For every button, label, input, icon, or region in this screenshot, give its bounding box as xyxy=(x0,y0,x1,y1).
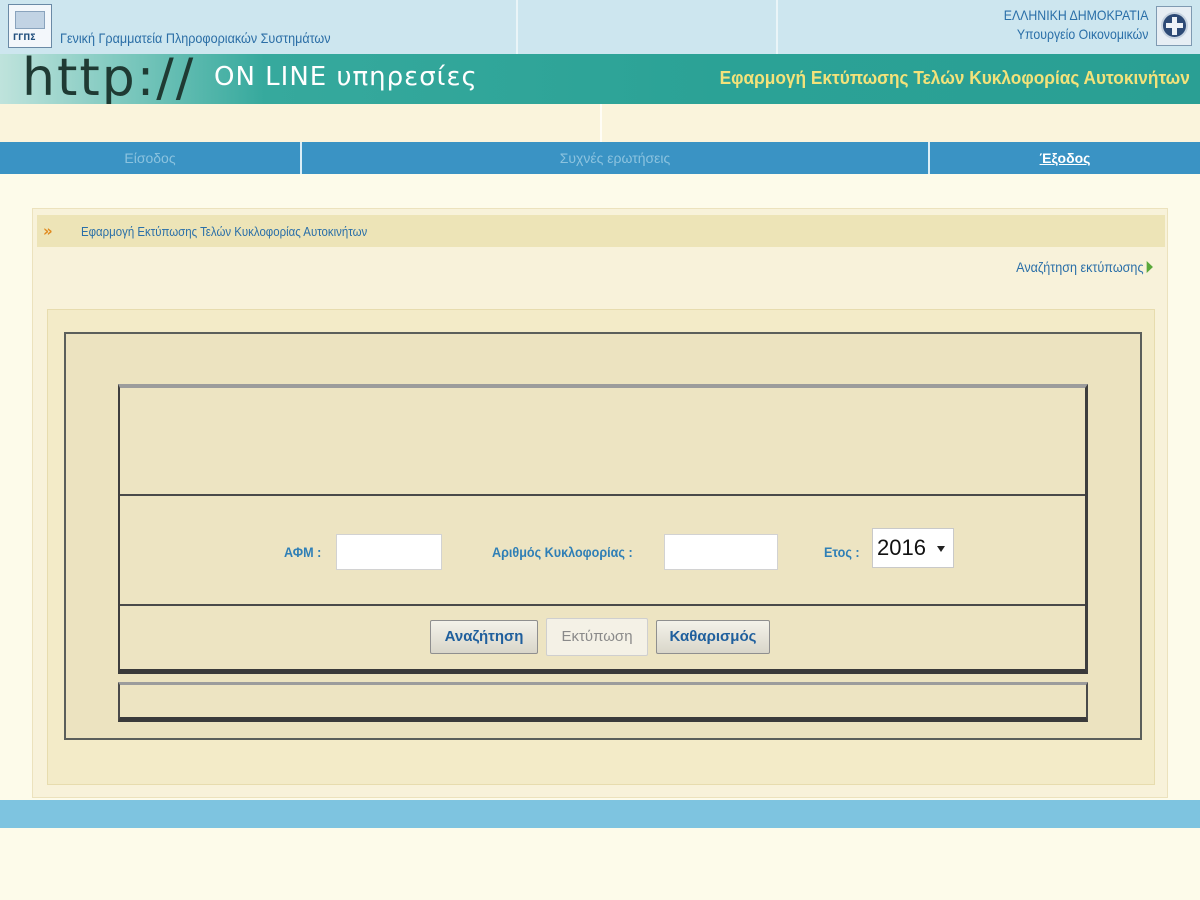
plate-label: Αριθμός Κυκλοφορίας : xyxy=(492,544,633,560)
year-label: Ετος : xyxy=(824,544,860,560)
header-spacer xyxy=(0,104,1200,142)
search-print-link[interactable]: Αναζήτηση εκτύπωσης xyxy=(1017,259,1153,275)
government-name: ΕΛΛΗΝΙΚΗ ΔΗΜΟΚΡΑΤΙΑ Υπουργείο Οικονομικώ… xyxy=(1003,6,1148,44)
arrow-right-icon xyxy=(1146,261,1153,273)
year-value: 2016 xyxy=(877,535,926,560)
afm-label: ΑΦΜ : xyxy=(284,544,322,560)
breadcrumb: » Εφαρμογή Εκτύπωσης Τελών Κυκλοφορίας Α… xyxy=(37,215,1165,247)
banner: http:// ON LINE υπηρεσίες Εφαρμογή Εκτύπ… xyxy=(0,48,1200,108)
form-panel: ΑΦΜ : Αριθμός Κυκλοφορίας : Ετος : 2016 … xyxy=(47,309,1155,785)
header-divider xyxy=(516,0,518,54)
search-print-link-label: Αναζήτηση εκτύπωσης xyxy=(1016,259,1144,275)
search-button[interactable]: Αναζήτηση xyxy=(430,620,538,654)
double-chevron-icon: » xyxy=(43,222,53,240)
form-divider xyxy=(120,494,1085,496)
nav-exit[interactable]: Έξοδος xyxy=(930,142,1200,174)
nav-login[interactable]: Είσοδος xyxy=(0,142,300,174)
logo-graphic xyxy=(15,11,45,29)
print-button[interactable]: Εκτύπωση xyxy=(546,618,648,656)
greek-emblem-icon xyxy=(1156,6,1192,46)
banner-online-services: ON LINE υπηρεσίες xyxy=(214,62,478,92)
gsis-logo: ΓΓΠΣ xyxy=(8,4,52,48)
form-divider xyxy=(120,604,1085,606)
clear-button[interactable]: Καθαρισμός xyxy=(656,620,770,654)
afm-input[interactable] xyxy=(336,534,442,570)
org-name: Γενική Γραμματεία Πληροφοριακών Συστημάτ… xyxy=(60,30,331,46)
gov-line-2: Υπουργείο Οικονομικών xyxy=(1016,26,1148,42)
chevron-down-icon xyxy=(937,546,945,552)
form-frame: ΑΦΜ : Αριθμός Κυκλοφορίας : Ετος : 2016 … xyxy=(64,332,1142,740)
main-nav: Είσοδος Συχνές ερωτήσεις Έξοδος xyxy=(0,142,1200,174)
plate-input[interactable] xyxy=(664,534,778,570)
emblem-cross xyxy=(1166,23,1183,28)
spacer-divider xyxy=(600,104,602,142)
gov-line-1: ΕΛΛΗΝΙΚΗ ΔΗΜΟΚΡΑΤΙΑ xyxy=(1003,7,1148,23)
breadcrumb-label: Εφαρμογή Εκτύπωσης Τελών Κυκλοφορίας Αυτ… xyxy=(81,224,368,239)
page: ΓΓΠΣ Γενική Γραμματεία Πληροφοριακών Συσ… xyxy=(0,0,1200,900)
header-divider xyxy=(776,0,778,54)
content-area: » Εφαρμογή Εκτύπωσης Τελών Κυκλοφορίας Α… xyxy=(32,208,1168,798)
top-header: ΓΓΠΣ Γενική Γραμματεία Πληροφοριακών Συσ… xyxy=(0,0,1200,54)
search-form: ΑΦΜ : Αριθμός Κυκλοφορίας : Ετος : 2016 … xyxy=(118,384,1088,674)
nav-faq[interactable]: Συχνές ερωτήσεις xyxy=(302,142,928,174)
app-title: Εφαρμογή Εκτύπωσης Τελών Κυκλοφορίας Αυτ… xyxy=(719,68,1190,88)
banner-http-text: http:// xyxy=(22,48,196,108)
message-area xyxy=(118,682,1088,722)
year-select[interactable]: 2016 xyxy=(872,528,954,568)
footer-bar xyxy=(0,800,1200,828)
logo-text: ΓΓΠΣ xyxy=(13,33,36,43)
